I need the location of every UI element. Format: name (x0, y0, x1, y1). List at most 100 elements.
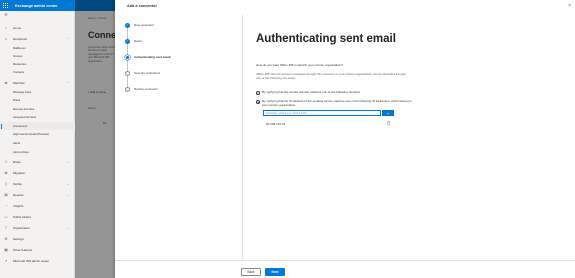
roles-icon: ⚇ (4, 160, 8, 164)
identify-question: How do you want Office 365 to identify y… (256, 63, 343, 67)
sidebar-item-label: Recipients (13, 37, 28, 41)
chevron-down-icon: ⌄ (66, 193, 69, 197)
ip-address-input[interactable] (263, 110, 381, 116)
hamburger-icon: ☰ (4, 13, 8, 17)
app-title: Exchange admin center (15, 3, 58, 8)
grid-icon: ▦ (4, 248, 8, 252)
step-label: Authenticating sent email (134, 55, 171, 59)
sidebar-subitem-accepted-domains[interactable]: Accepted domains (0, 113, 75, 121)
folder-icon: ▭ (4, 215, 8, 219)
back-button[interactable]: Back (241, 268, 261, 276)
plus-icon: + (386, 110, 390, 116)
pending-step-icon (125, 86, 130, 92)
sidebar-item-label: Mobile (13, 182, 22, 186)
sidebar-item-reports[interactable]: ▤ Reports ⌄ (0, 191, 75, 199)
migration-icon: ⇆ (4, 171, 8, 175)
sidebar-item-label: Home (13, 26, 22, 30)
sidebar-subitem-mailboxes[interactable]: Mailboxes (0, 44, 75, 52)
mail-flow-icon: ⇄ (4, 81, 8, 85)
sidebar-item-organization[interactable]: ⚐ Organization ⌄ (0, 224, 75, 232)
step-content: Authenticating sent email How do you wan… (256, 0, 556, 260)
sidebar-subitem-groups[interactable]: Groups (0, 52, 75, 60)
sidebar-item-label: Roles (13, 160, 21, 164)
sidebar-item-insights[interactable]: ◔ Insights (0, 202, 75, 210)
add-ip-button[interactable]: + (382, 110, 394, 116)
sidebar-item-recipients[interactable]: ☺ Recipients ⌃ (0, 35, 75, 43)
current-step-icon (125, 54, 130, 60)
panel-title: Add a connector (127, 4, 157, 8)
person-icon: ☺ (4, 37, 8, 41)
sidebar-item-label: Microsoft 365 admin center (13, 259, 50, 263)
radio-ip-address[interactable] (256, 100, 261, 105)
sidebar-subitem-connectors[interactable]: Connectors (0, 122, 75, 130)
sidebar-item-public-folders[interactable]: ▭ Public folders (0, 213, 75, 221)
radio-ip-address-label: By verifying that the IP address of the … (262, 99, 412, 107)
identify-note: Office 365 will only accept messages thr… (256, 72, 406, 80)
sidebar-item-m365-admin[interactable]: ↗ Microsoft 365 admin center (0, 257, 75, 265)
step-label: Name (134, 39, 143, 43)
sidebar-item-label: Connectors (13, 124, 28, 128)
sidebar-item-label: High-volume Email (Preview) (13, 132, 50, 136)
sidebar-item-label: Groups (13, 54, 23, 58)
sidebar-item-label: Contacts (13, 70, 25, 74)
sidebar-item-mobile[interactable]: ▯ Mobile ⌄ (0, 180, 75, 188)
sidebar-item-label: Remote domains (13, 107, 35, 111)
sidebar-subitem-remote-domains[interactable]: Remote domains (0, 105, 75, 113)
sidebar-item-label: Message trace (13, 90, 32, 94)
sidebar-subitem-alerts[interactable]: Alerts (0, 139, 75, 147)
step-heading: Authenticating sent email (256, 33, 396, 45)
sidebar-item-label: Insights (13, 204, 24, 208)
next-button[interactable]: Next (265, 268, 285, 276)
pending-step-icon (125, 70, 130, 76)
sidebar-item-label: Other features (13, 248, 33, 252)
sidebar-subitem-high-volume-email[interactable]: High-volume Email (Preview) (0, 130, 75, 138)
modal-overlay (75, 0, 115, 278)
gear-icon: ⚙ (4, 237, 8, 241)
sidebar-subitem-rules[interactable]: Rules (0, 96, 75, 104)
step-label: New connector (134, 23, 155, 27)
radio-sender-domain-label: By verifying that the sender domain matc… (262, 90, 361, 94)
sidebar-item-mail-flow[interactable]: ⇄ Mail flow ⌃ (0, 79, 75, 87)
panel-divider (242, 15, 243, 260)
close-icon[interactable]: × (568, 3, 571, 9)
sidebar-subitem-contacts[interactable]: Contacts (0, 68, 75, 76)
sidebar: ☰ ⌂ Home ☺ Recipients ⌃ Mailboxes Groups… (0, 11, 75, 278)
mobile-icon: ▯ (5, 182, 7, 186)
sidebar-item-label: Organization (13, 226, 31, 230)
sidebar-subitem-message-trace[interactable]: Message trace (0, 88, 75, 96)
chevron-down-icon: ⌄ (66, 160, 69, 164)
trash-icon[interactable] (387, 121, 391, 126)
sidebar-item-home[interactable]: ⌂ Home (0, 24, 75, 32)
sidebar-item-label: Public folders (13, 215, 32, 219)
sidebar-subitem-resources[interactable]: Resources (0, 60, 75, 68)
sidebar-item-roles[interactable]: ⚇ Roles ⌄ (0, 158, 75, 166)
sidebar-item-other-features[interactable]: ▦ Other features (0, 246, 75, 254)
sidebar-item-settings[interactable]: ⚙ Settings (0, 235, 75, 243)
sidebar-item-label: Mail flow (13, 81, 25, 85)
sidebar-item-label: Alerts (13, 141, 21, 145)
sidebar-item-label: Migration (13, 171, 26, 175)
home-icon: ⌂ (4, 26, 8, 30)
step-label: Review connector (134, 87, 158, 91)
app-launcher-icon[interactable] (2, 2, 9, 9)
chevron-up-icon: ⌃ (66, 37, 69, 41)
sidebar-item-label: Reports (13, 193, 24, 197)
checkmark-icon: ✓ (125, 22, 130, 28)
radio-sender-domain[interactable] (256, 91, 261, 96)
sidebar-item-label: Settings (13, 237, 24, 241)
sidebar-item-migration[interactable]: ⇆ Migration (0, 169, 75, 177)
add-connector-panel: Add a connector × ✓ New connector ✓ Name… (115, 0, 575, 278)
external-link-icon: ↗ (4, 259, 8, 263)
sidebar-subitem-alert-policies[interactable]: Alert policies (0, 148, 75, 156)
sidebar-menu-toggle[interactable]: ☰ (0, 11, 75, 19)
sidebar-item-label: Mailboxes (13, 46, 26, 50)
checkmark-icon: ✓ (125, 38, 130, 44)
chevron-up-icon: ⌃ (66, 81, 69, 85)
panel-footer: Back Next (115, 260, 575, 278)
sidebar-item-label: Accepted domains (13, 115, 37, 119)
insights-icon: ◔ (4, 204, 8, 208)
wizard-steps: ✓ New connector ✓ Name Authenticating se… (125, 22, 235, 102)
sidebar-item-label: Rules (13, 98, 21, 102)
reports-icon: ▤ (4, 193, 8, 197)
step-label: Security restrictions (134, 71, 161, 75)
